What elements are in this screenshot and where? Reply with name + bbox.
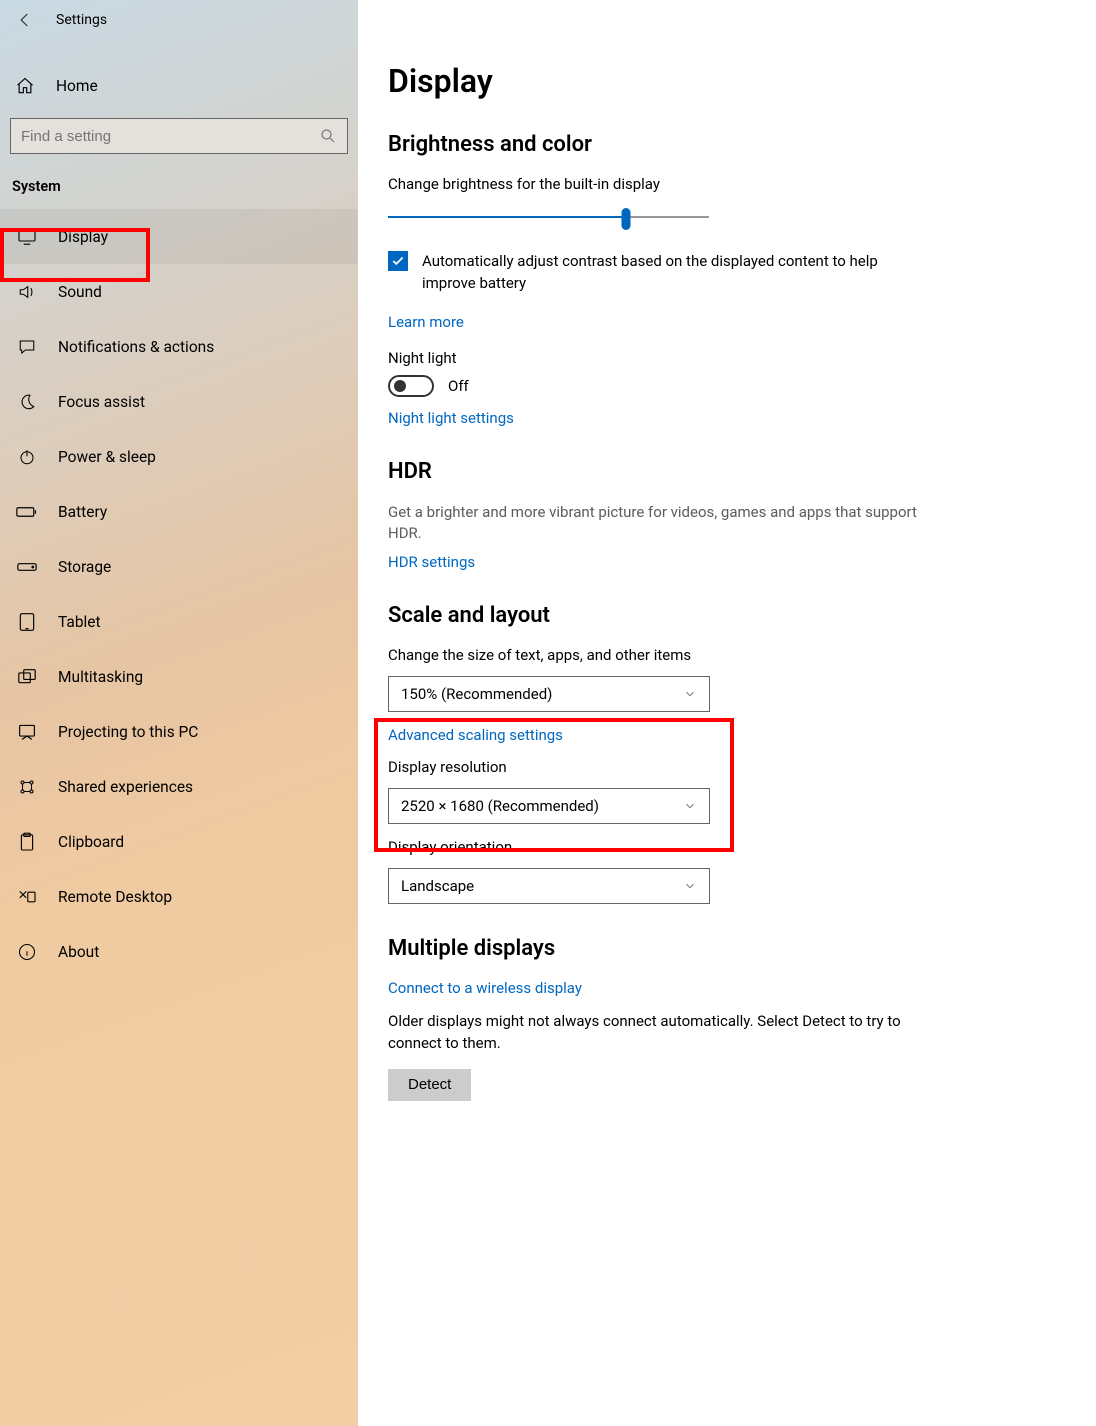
- section-multiple-displays: Multiple displays: [388, 936, 1066, 961]
- clipboard-icon: [16, 832, 38, 852]
- speech-bubble-icon: [16, 338, 38, 356]
- orientation-label: Display orientation: [388, 838, 1066, 856]
- slider-fill: [388, 216, 626, 218]
- auto-contrast-label: Automatically adjust contrast based on t…: [422, 251, 922, 295]
- sidebar-item-label: Remote Desktop: [58, 888, 172, 906]
- detect-button[interactable]: Detect: [388, 1069, 471, 1101]
- settings-sidebar: Settings Home System Display Sound Notif…: [0, 0, 358, 1426]
- resolution-select[interactable]: 2520 × 1680 (Recommended): [388, 788, 710, 824]
- search-field[interactable]: [21, 119, 319, 153]
- toggle-knob: [394, 380, 406, 392]
- scale-size-value: 150% (Recommended): [401, 685, 552, 703]
- sidebar-item-multitasking[interactable]: Multitasking: [0, 649, 358, 704]
- hdr-desc: Get a brighter and more vibrant picture …: [388, 502, 928, 546]
- section-scale: Scale and layout: [388, 603, 1066, 628]
- sidebar-item-label: Tablet: [58, 613, 101, 631]
- shared-icon: [16, 778, 38, 796]
- checkbox-checked-icon: [388, 251, 408, 271]
- sidebar-item-label: Display: [58, 228, 108, 246]
- projecting-icon: [16, 723, 38, 741]
- sidebar-item-about[interactable]: About: [0, 924, 358, 979]
- remote-desktop-icon: [16, 889, 38, 905]
- slider-thumb[interactable]: [621, 208, 630, 230]
- section-brightness: Brightness and color: [388, 132, 1066, 157]
- resolution-label: Display resolution: [388, 758, 1066, 776]
- learn-more-link[interactable]: Learn more: [388, 313, 1066, 331]
- chevron-down-icon: [683, 799, 697, 813]
- search-input[interactable]: [10, 118, 348, 154]
- info-icon: [16, 943, 38, 961]
- brightness-label: Change brightness for the built-in displ…: [388, 175, 1066, 193]
- night-light-label: Night light: [388, 349, 1066, 367]
- settings-title: Settings: [56, 12, 107, 28]
- connect-wireless-link[interactable]: Connect to a wireless display: [388, 979, 1066, 997]
- home-label: Home: [56, 77, 98, 95]
- sidebar-item-label: Clipboard: [58, 833, 124, 851]
- night-light-value: Off: [448, 377, 469, 395]
- sidebar-item-label: Storage: [58, 558, 111, 576]
- sidebar-item-tablet[interactable]: Tablet: [0, 594, 358, 649]
- sidebar-item-label: Shared experiences: [58, 778, 193, 796]
- sidebar-item-label: Projecting to this PC: [58, 723, 198, 741]
- sidebar-item-display[interactable]: Display: [0, 209, 358, 264]
- sidebar-item-label: Focus assist: [58, 393, 145, 411]
- resolution-value: 2520 × 1680 (Recommended): [401, 797, 599, 815]
- sidebar-item-battery[interactable]: Battery: [0, 484, 358, 539]
- sidebar-item-focus-assist[interactable]: Focus assist: [0, 374, 358, 429]
- multitasking-icon: [16, 668, 38, 686]
- moon-icon: [16, 393, 38, 411]
- home-icon: [14, 76, 36, 96]
- sidebar-item-power-sleep[interactable]: Power & sleep: [0, 429, 358, 484]
- sidebar-item-shared-experiences[interactable]: Shared experiences: [0, 759, 358, 814]
- sidebar-item-notifications[interactable]: Notifications & actions: [0, 319, 358, 374]
- scale-size-select[interactable]: 150% (Recommended): [388, 676, 710, 712]
- chevron-down-icon: [683, 687, 697, 701]
- sidebar-item-remote-desktop[interactable]: Remote Desktop: [0, 869, 358, 924]
- storage-icon: [16, 561, 38, 573]
- sidebar-item-label: Battery: [58, 503, 107, 521]
- scale-size-label: Change the size of text, apps, and other…: [388, 646, 1066, 664]
- orientation-select[interactable]: Landscape: [388, 868, 710, 904]
- arrow-left-icon: [16, 11, 34, 29]
- section-hdr: HDR: [388, 459, 1066, 484]
- sidebar-item-label: Multitasking: [58, 668, 143, 686]
- battery-icon: [16, 505, 38, 519]
- power-icon: [16, 448, 38, 466]
- chevron-down-icon: [683, 879, 697, 893]
- night-light-settings-link[interactable]: Night light settings: [388, 409, 1066, 427]
- sidebar-item-label: Notifications & actions: [58, 338, 214, 356]
- search-icon: [319, 127, 337, 145]
- orientation-value: Landscape: [401, 877, 474, 895]
- back-button[interactable]: [14, 9, 36, 31]
- sidebar-item-label: Power & sleep: [58, 448, 156, 466]
- tablet-icon: [16, 612, 38, 632]
- night-light-toggle[interactable]: [388, 375, 434, 397]
- auto-contrast-checkbox[interactable]: Automatically adjust contrast based on t…: [388, 251, 1066, 295]
- sidebar-item-label: About: [58, 943, 99, 961]
- sidebar-item-label: Sound: [58, 283, 102, 301]
- sidebar-item-clipboard[interactable]: Clipboard: [0, 814, 358, 869]
- brightness-slider[interactable]: [388, 205, 709, 229]
- sidebar-home[interactable]: Home: [0, 64, 358, 108]
- sound-icon: [16, 283, 38, 301]
- display-icon: [16, 229, 38, 245]
- sidebar-item-sound[interactable]: Sound: [0, 264, 358, 319]
- sidebar-group-system: System: [0, 154, 358, 209]
- sidebar-item-projecting[interactable]: Projecting to this PC: [0, 704, 358, 759]
- page-title: Display: [388, 62, 1066, 100]
- hdr-settings-link[interactable]: HDR settings: [388, 553, 1066, 571]
- sidebar-item-storage[interactable]: Storage: [0, 539, 358, 594]
- display-settings-page: Display Brightness and color Change brig…: [358, 0, 1096, 1426]
- advanced-scaling-link[interactable]: Advanced scaling settings: [388, 726, 1066, 744]
- multi-desc: Older displays might not always connect …: [388, 1011, 928, 1055]
